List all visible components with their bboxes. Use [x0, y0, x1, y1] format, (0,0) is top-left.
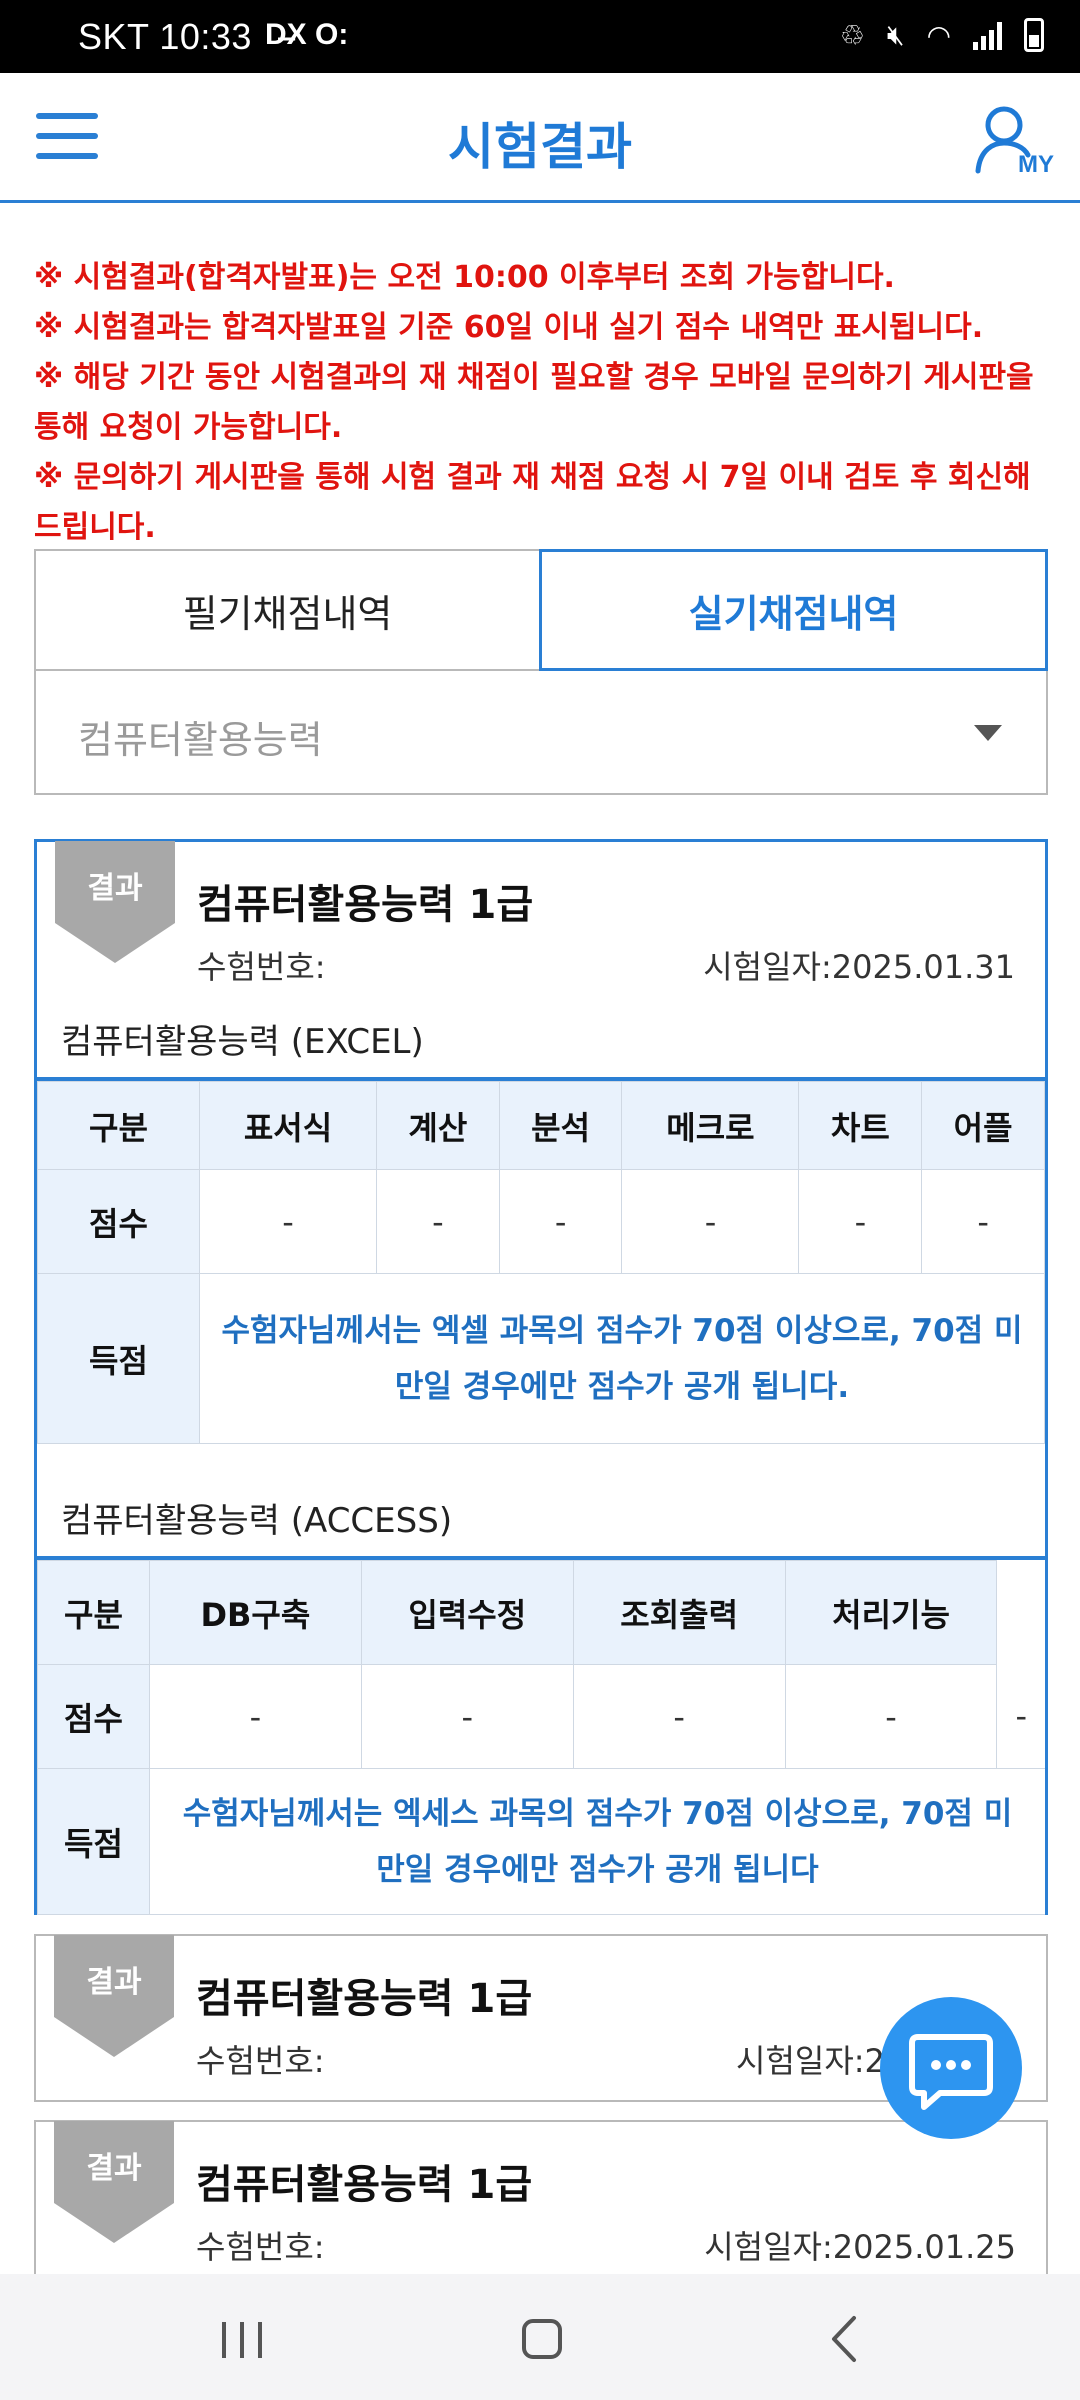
page-title: 시험결과	[448, 118, 632, 176]
system-nav-bar	[0, 2274, 1080, 2400]
result-card: 결과 컴퓨터활용능력 1급 수험번호: 시험일자:2025.01.31 컴퓨터활…	[34, 839, 1048, 1915]
table-header: 차트	[798, 1081, 923, 1170]
score-cell: -	[199, 1169, 377, 1274]
table-header: DB구축	[148, 1560, 362, 1665]
table-header: 표서식	[199, 1081, 377, 1170]
ribbon-label: 결과	[86, 2151, 142, 2186]
table-header: 어플	[921, 1081, 1045, 1170]
subject-select-value: 컴퓨터활용능력	[78, 718, 323, 762]
recent-apps-icon[interactable]	[202, 2304, 282, 2374]
notice-line: ※ 문의하기 게시판을 통해 시험 결과 재 채점 요청 시 7일 이내 검토 …	[34, 460, 1031, 545]
signal-icon	[973, 20, 1002, 50]
battery-icon	[1024, 18, 1044, 52]
score-cell: -	[148, 1664, 362, 1769]
wifi-icon: ◠	[926, 18, 951, 52]
status-bar: SKT 10:33 D̶X O: ♲ 🔇︎ ◠	[0, 0, 1080, 73]
table-header: 구분	[37, 1560, 150, 1665]
my-label: MY	[1018, 151, 1054, 178]
score-cell: -	[921, 1169, 1045, 1274]
exam-number: 수험번호:	[196, 2228, 325, 2266]
score-cell: -	[798, 1169, 923, 1274]
table-header: 분석	[498, 1081, 623, 1170]
tab-practical-scores[interactable]: 실기채점내역	[539, 549, 1048, 671]
table-header: 구분	[37, 1081, 200, 1170]
score-cell: -	[376, 1169, 500, 1274]
exam-number: 수험번호:	[196, 2042, 325, 2080]
score-cell: -	[621, 1169, 800, 1274]
data-saver-icon: ♲	[839, 18, 865, 52]
exam-date: 시험일자:2	[736, 2042, 885, 2080]
back-icon[interactable]	[806, 2304, 886, 2374]
table-header: 메크로	[621, 1081, 800, 1170]
row-label: 점수	[37, 1169, 200, 1274]
score-cell: -	[498, 1169, 623, 1274]
app-header: 시험결과 MY	[0, 73, 1080, 203]
excel-score-table: 구분 표서식 계산 분석 메크로 차트 어플 점수 - - - - - - 득점…	[37, 1081, 1045, 1444]
result-tabs: 필기채점내역 실기채점내역	[34, 549, 1048, 671]
exam-number: 수험번호:	[197, 948, 326, 986]
total-note: 수험자님께서는 엑셀 과목의 점수가 70점 이상으로, 70점 미만일 경우에…	[199, 1273, 1045, 1444]
exam-date: 시험일자:2025.01.25	[704, 2228, 1016, 2266]
score-cell: -	[360, 1664, 574, 1769]
row-label: 득점	[37, 1273, 200, 1444]
table-header: 계산	[376, 1081, 500, 1170]
score-cell: -	[572, 1664, 786, 1769]
row-label: 득점	[37, 1768, 150, 1915]
notice-line: ※ 시험결과는 합격자발표일 기준 60일 이내 실기 점수 내역만 표시됩니다…	[34, 310, 984, 345]
tab-written-scores[interactable]: 필기채점내역	[34, 549, 539, 671]
result-title: 컴퓨터활용능력 1급	[196, 1976, 533, 2022]
result-title: 컴퓨터활용능력 1급	[196, 2162, 533, 2208]
ribbon-label: 결과	[86, 1965, 142, 2000]
table-header: 입력수정	[360, 1560, 574, 1665]
status-time: SKT 10:33	[78, 16, 252, 57]
access-score-table: 구분 DB구축 입력수정 조회출력 처리기능 점수 - - - - - 득점 수…	[37, 1560, 1045, 1915]
table-header: 처리기능	[784, 1560, 998, 1665]
notice-block: ※ 시험결과(합격자발표)는 오전 10:00 이후부터 조회 가능합니다. ※…	[34, 253, 1054, 553]
total-note: 수험자님께서는 엑세스 과목의 점수가 70점 이상으로, 70점 미만일 경우…	[148, 1768, 1045, 1915]
subject-select[interactable]: 컴퓨터활용능력	[34, 671, 1048, 795]
excel-section-title: 컴퓨터활용능력 (EXCEL)	[61, 1022, 424, 1062]
status-left-icons: D̶X O:	[265, 18, 349, 51]
score-cell: -	[784, 1664, 998, 1769]
table-header: 조회출력	[572, 1560, 786, 1665]
exam-date: 시험일자:2025.01.31	[703, 948, 1015, 986]
home-icon[interactable]	[502, 2304, 582, 2374]
access-section-title: 컴퓨터활용능력 (ACCESS)	[61, 1501, 453, 1541]
mute-icon: 🔇︎	[886, 18, 905, 51]
row-label: 점수	[37, 1664, 150, 1769]
notice-line: ※ 해당 기간 동안 시험결과의 재 채점이 필요할 경우 모바일 문의하기 게…	[34, 360, 1034, 445]
result-title: 컴퓨터활용능력 1급	[197, 882, 534, 928]
score-cell: -	[996, 1664, 1045, 1769]
result-ribbon	[55, 841, 175, 963]
notice-line: ※ 시험결과(합격자발표)는 오전 10:00 이후부터 조회 가능합니다.	[34, 260, 895, 295]
my-page-button[interactable]: MY	[974, 103, 1054, 183]
chat-button[interactable]	[880, 1997, 1022, 2139]
chevron-down-icon	[974, 725, 1002, 741]
chat-bubble-icon	[909, 2034, 993, 2110]
